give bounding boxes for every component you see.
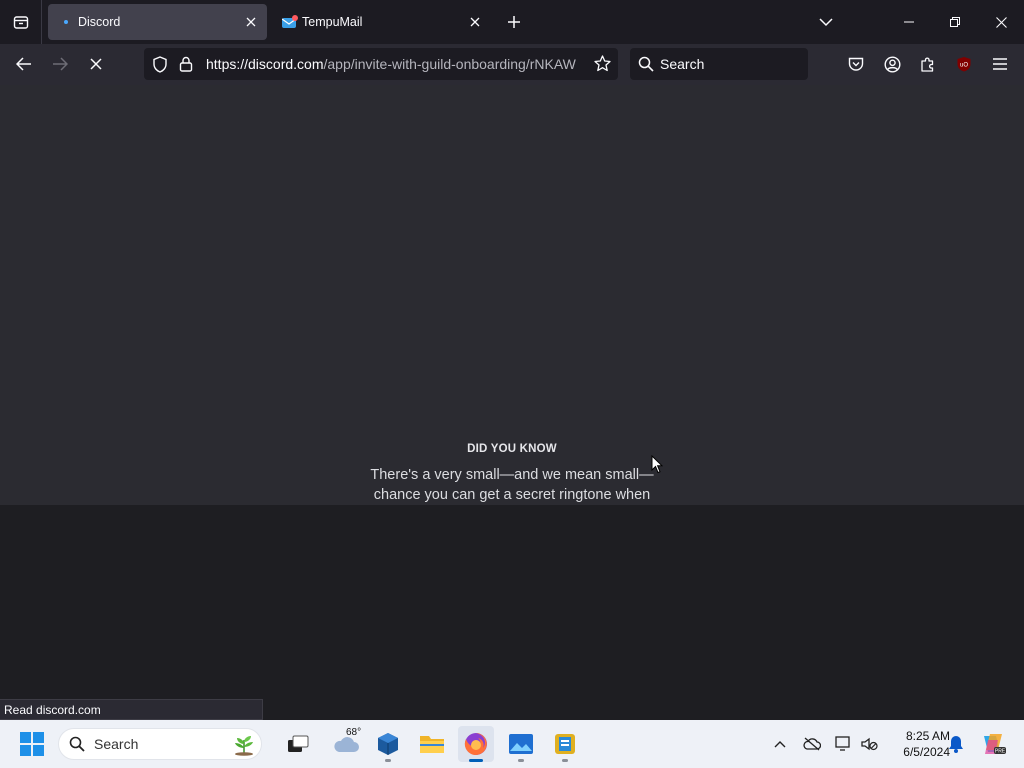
- copilot-button[interactable]: PRE: [978, 730, 1008, 758]
- arrow-left-icon: [16, 57, 31, 71]
- back-button[interactable]: [9, 50, 39, 78]
- windows-taskbar: Search 8:25 AM 6/5/2024 PRE: [0, 720, 1024, 768]
- forward-button[interactable]: [45, 50, 75, 78]
- firefox-view-icon: [13, 16, 28, 29]
- taskbar-virtualbox[interactable]: [370, 726, 406, 762]
- tab-strip: Discord TempuMail: [0, 0, 1024, 44]
- active-indicator: [469, 759, 483, 762]
- page-lower-area: [0, 505, 1024, 720]
- discord-loading-screen: [0, 85, 1024, 505]
- close-window-button[interactable]: [978, 0, 1024, 44]
- loading-dot-icon: [58, 14, 74, 30]
- close-tab-button[interactable]: [239, 10, 263, 34]
- bell-icon: [949, 736, 963, 753]
- puzzle-icon: [921, 57, 934, 72]
- shield-icon[interactable]: [152, 56, 168, 78]
- url-path: /app/invite-with-guild-onboarding/rNKAW: [323, 56, 576, 72]
- new-tab-button[interactable]: [502, 10, 526, 34]
- tempumail-favicon-icon: [282, 14, 298, 30]
- search-icon: [69, 736, 85, 752]
- hamburger-menu-icon: [993, 58, 1007, 70]
- copilot-icon: PRE: [984, 734, 1006, 755]
- speaker-muted-icon: [861, 737, 878, 751]
- cloud-off-icon: [803, 737, 821, 751]
- search-placeholder: Search: [660, 56, 705, 72]
- ublock-origin-button[interactable]: uO: [949, 50, 979, 78]
- running-indicator: [385, 759, 391, 762]
- lock-icon[interactable]: [179, 56, 193, 77]
- onedrive-tray-icon[interactable]: [800, 730, 824, 758]
- tab-title: Discord: [78, 15, 121, 29]
- restore-icon: [950, 17, 960, 27]
- running-indicator: [562, 759, 568, 762]
- clock-date: 6/5/2024: [903, 745, 950, 759]
- chevron-up-icon: [774, 741, 786, 748]
- search-highlight-plant-icon: [235, 736, 253, 756]
- windows-logo-icon: [20, 732, 44, 756]
- show-hidden-icons-button[interactable]: [768, 730, 792, 758]
- search-bar[interactable]: Search: [630, 48, 808, 80]
- taskbar-search-box[interactable]: Search: [58, 728, 262, 760]
- folder-icon: [420, 736, 444, 753]
- close-tab-button[interactable]: [463, 10, 487, 34]
- close-icon: [995, 16, 1007, 28]
- taskbar-firefox[interactable]: [458, 726, 494, 762]
- restore-button[interactable]: [932, 0, 978, 44]
- clock-time: 8:25 AM: [905, 729, 950, 743]
- network-tray-icon[interactable]: [832, 730, 856, 758]
- close-icon: [470, 17, 480, 27]
- minimize-button[interactable]: [886, 0, 932, 44]
- chevron-down-icon: [819, 18, 833, 27]
- close-icon: [246, 17, 256, 27]
- taskbar-app-photos[interactable]: [503, 726, 539, 762]
- taskbar-app-editor[interactable]: [547, 726, 583, 762]
- weather-temperature: 68°: [346, 727, 362, 738]
- app-menu-button[interactable]: [985, 50, 1015, 78]
- url-domain: https://discord.com: [206, 56, 324, 72]
- did-you-know-heading: DID YOU KNOW: [467, 443, 557, 455]
- editor-app-icon: [555, 734, 575, 754]
- navigation-toolbar: https://discord.com/app/invite-with-guil…: [0, 44, 1024, 86]
- virtualbox-cube-icon: [378, 733, 398, 755]
- search-icon: [638, 56, 654, 77]
- start-button[interactable]: [20, 732, 44, 761]
- account-button[interactable]: [877, 50, 907, 78]
- taskbar-task-view[interactable]: [280, 726, 316, 762]
- photos-app-icon: [509, 734, 533, 754]
- bookmark-star-icon[interactable]: [594, 55, 611, 77]
- arrow-right-icon: [53, 57, 68, 71]
- plus-icon: [508, 16, 520, 28]
- list-all-tabs-button[interactable]: [814, 10, 838, 34]
- volume-tray-icon[interactable]: [857, 730, 881, 758]
- network-icon: [835, 736, 850, 751]
- stop-icon: [90, 58, 102, 70]
- taskbar-search-placeholder: Search: [94, 736, 139, 752]
- svg-text:PRE: PRE: [995, 749, 1006, 755]
- stop-loading-button[interactable]: [81, 50, 111, 78]
- system-clock[interactable]: 8:25 AM 6/5/2024: [884, 728, 950, 760]
- status-panel: Read discord.com: [0, 699, 263, 720]
- tab-tempumail[interactable]: TempuMail: [272, 4, 491, 40]
- did-you-know-tip: There's a very small—and we mean small—c…: [370, 467, 654, 503]
- minimize-icon: [904, 21, 914, 23]
- pocket-button[interactable]: [841, 50, 871, 78]
- url-bar[interactable]: https://discord.com/app/invite-with-guil…: [144, 48, 618, 80]
- tab-discord[interactable]: Discord: [48, 4, 267, 40]
- ublock-shield-icon: uO: [957, 57, 971, 72]
- pocket-icon: [848, 57, 864, 71]
- task-view-icon: [288, 735, 309, 752]
- taskbar-file-explorer[interactable]: [414, 726, 450, 762]
- notifications-button[interactable]: [944, 730, 968, 758]
- tab-title: TempuMail: [302, 15, 363, 29]
- svg-text:uO: uO: [960, 63, 968, 69]
- running-indicator: [518, 759, 524, 762]
- firefox-icon: [464, 733, 487, 755]
- firefox-view-button[interactable]: [0, 0, 42, 44]
- url-text[interactable]: https://discord.com/app/invite-with-guil…: [206, 48, 584, 80]
- account-icon: [883, 55, 901, 73]
- extensions-button[interactable]: [913, 50, 943, 78]
- mouse-cursor-icon: [651, 455, 663, 474]
